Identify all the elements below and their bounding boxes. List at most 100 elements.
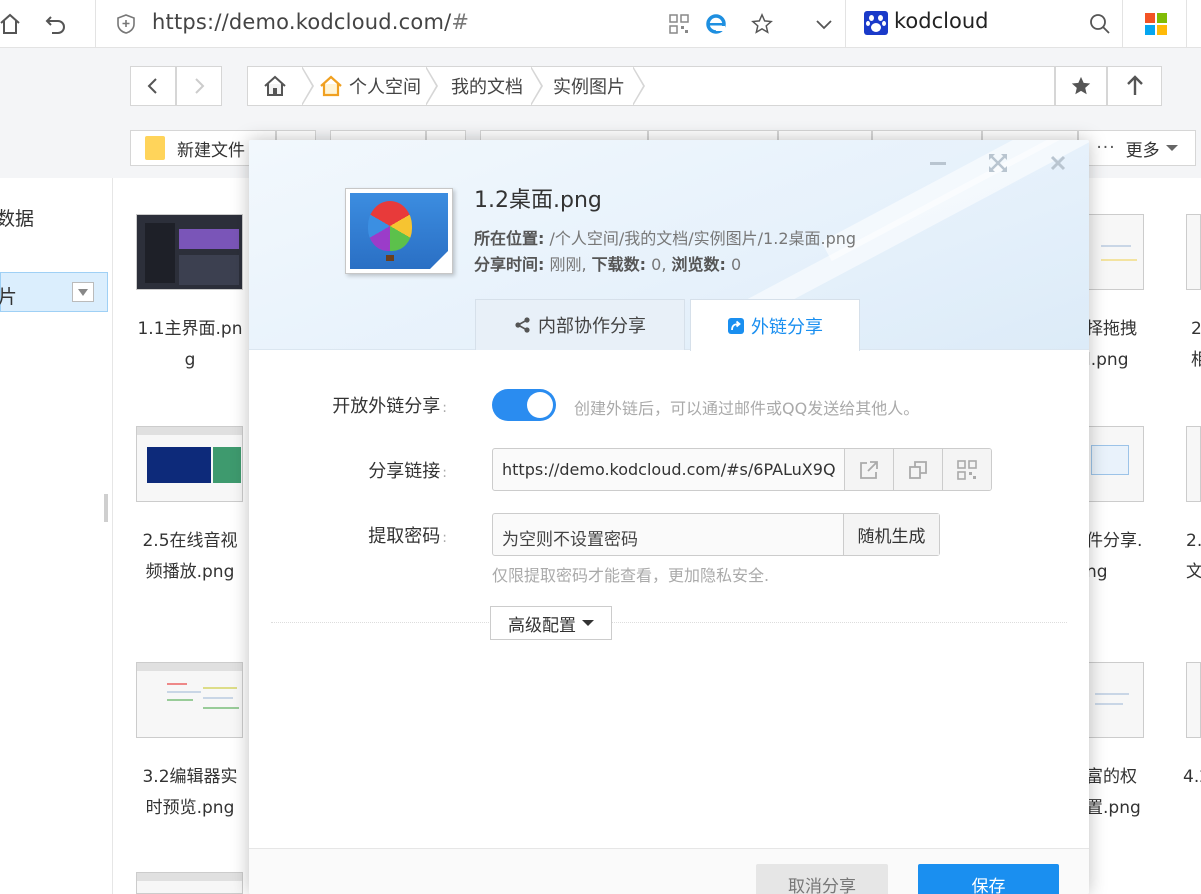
minimize-icon[interactable] bbox=[927, 152, 949, 174]
file-thumbnail[interactable] bbox=[1186, 426, 1201, 502]
label-text: 分享链接 bbox=[368, 461, 441, 482]
share-dialog: 1.2桌面.png 所在位置: /个人空间/我的文档/实例图片/1.2桌面.pn… bbox=[249, 140, 1089, 894]
breadcrumb-label: 我的文档 bbox=[451, 77, 523, 98]
file-name[interactable]: 2.5在线音视 频播放.png bbox=[125, 526, 255, 588]
file-thumbnail[interactable] bbox=[1080, 426, 1144, 502]
file-name[interactable]: 2. 文 bbox=[1186, 526, 1201, 588]
folder-icon bbox=[145, 136, 165, 160]
file-name[interactable]: 1.1主界面.pn g bbox=[125, 314, 255, 376]
dialog-file-name: 1.2桌面.png bbox=[474, 188, 602, 213]
qrcode-button[interactable] bbox=[942, 449, 991, 490]
url-hash: # bbox=[451, 10, 470, 34]
search-icon[interactable] bbox=[1082, 6, 1118, 42]
file-name-line: 3.2编辑器实 bbox=[142, 767, 238, 787]
path-home-icon[interactable] bbox=[262, 66, 288, 106]
address-bar[interactable]: https://demo.kodcloud.com/# bbox=[152, 10, 469, 34]
password-input[interactable]: 为空则不设置密码 bbox=[502, 525, 638, 550]
open-external-icon bbox=[860, 460, 878, 479]
more-button[interactable]: ··· 更多 bbox=[1078, 130, 1196, 166]
file-name[interactable]: 件分享. ng bbox=[1086, 526, 1142, 588]
location-value: /个人空间/我的文档/实例图片/1.2桌面.png bbox=[544, 229, 857, 248]
file-name-line: 文 bbox=[1186, 562, 1201, 582]
file-name-line: 件分享. bbox=[1086, 531, 1143, 551]
file-name[interactable]: 2 相 bbox=[1191, 314, 1201, 376]
breadcrumb-label: 个人空间 bbox=[349, 77, 421, 98]
file-thumbnail[interactable] bbox=[136, 426, 243, 502]
qr-icon[interactable] bbox=[661, 6, 697, 42]
file-name-line: 4.2 bbox=[1183, 767, 1201, 787]
sidebar-dropdown-icon[interactable] bbox=[72, 282, 94, 302]
location-label: 所在位置: bbox=[474, 229, 545, 248]
paw-icon bbox=[864, 11, 888, 35]
share-icon bbox=[515, 317, 530, 333]
file-name-line: 时预览.png bbox=[145, 798, 235, 818]
cancel-share-button[interactable]: 取消分享 bbox=[756, 864, 888, 894]
file-name-line: ng bbox=[1086, 562, 1108, 582]
windows-icon[interactable] bbox=[1138, 6, 1174, 42]
qr-icon bbox=[957, 459, 977, 480]
chevron-down-icon[interactable] bbox=[806, 6, 842, 42]
url-main: https://demo.kodcloud.com/ bbox=[152, 10, 452, 34]
file-thumbnail[interactable] bbox=[136, 872, 243, 894]
search-engine-label[interactable]: kodcloud bbox=[894, 9, 988, 33]
sidebar-item-data[interactable]: 数据 bbox=[0, 204, 34, 231]
label-text: 开放外链分享 bbox=[332, 396, 441, 417]
close-icon[interactable] bbox=[1047, 152, 1069, 174]
file-name-line: 2. bbox=[1186, 531, 1201, 551]
random-password-button[interactable]: 随机生成 bbox=[843, 514, 939, 555]
enable-share-hint: 创建外链后，可以通过邮件或QQ发送给其他人。 bbox=[574, 399, 920, 418]
file-name-line: 富的权 bbox=[1086, 767, 1137, 787]
file-name[interactable]: 择拖拽 l.png bbox=[1086, 314, 1137, 376]
shield-icon bbox=[108, 6, 144, 42]
share-time-value: 刚刚, bbox=[544, 255, 592, 274]
back-icon[interactable] bbox=[38, 6, 74, 42]
file-thumbnail[interactable] bbox=[136, 214, 243, 290]
save-button[interactable]: 保存 bbox=[918, 864, 1059, 894]
file-location: 所在位置: /个人空间/我的文档/实例图片/1.2桌面.png bbox=[474, 225, 856, 249]
file-name-line: 频播放.png bbox=[145, 562, 235, 582]
up-directory-button[interactable] bbox=[1107, 66, 1162, 106]
ie-icon[interactable] bbox=[698, 6, 734, 42]
label-text: 提取密码 bbox=[368, 526, 441, 547]
share-link-field[interactable]: https://demo.kodcloud.com/#s/6PALuX9Q bbox=[492, 448, 992, 491]
file-name[interactable]: 3.2编辑器实 时预览.png bbox=[125, 762, 255, 824]
favorite-button[interactable] bbox=[1055, 66, 1107, 106]
breadcrumb-pictures[interactable]: 实例图片 bbox=[553, 66, 625, 106]
file-name[interactable]: 富的权 置.png bbox=[1086, 762, 1141, 824]
maximize-icon[interactable] bbox=[987, 152, 1009, 174]
copy-link-button[interactable] bbox=[893, 449, 942, 490]
file-thumbnail[interactable] bbox=[1186, 662, 1201, 738]
advanced-label: 高级配置 bbox=[508, 615, 576, 636]
file-name-line: l.png bbox=[1086, 350, 1129, 370]
downloads-label: 下载数: bbox=[591, 255, 647, 274]
file-thumbnail[interactable] bbox=[136, 662, 243, 738]
views-value: 0 bbox=[725, 255, 742, 274]
external-link-icon bbox=[728, 317, 744, 334]
back-nav-button[interactable] bbox=[130, 66, 176, 106]
file-thumbnail[interactable] bbox=[1080, 662, 1144, 738]
file-preview-image bbox=[345, 188, 453, 274]
tab-label: 外链分享 bbox=[751, 316, 823, 338]
forward-nav-button[interactable] bbox=[176, 66, 222, 106]
advanced-config-button[interactable]: 高级配置 bbox=[490, 606, 612, 640]
breadcrumb-personal[interactable]: 个人空间 bbox=[318, 66, 421, 106]
tab-internal-share[interactable]: 内部协作分享 bbox=[475, 299, 685, 350]
new-folder-label: 新建文件 bbox=[177, 140, 245, 161]
star-icon[interactable] bbox=[744, 6, 780, 42]
splitter-handle[interactable] bbox=[104, 494, 108, 522]
open-link-button[interactable] bbox=[844, 449, 893, 490]
file-name-line: g bbox=[184, 350, 196, 370]
share-link-input[interactable]: https://demo.kodcloud.com/#s/6PALuX9Q bbox=[502, 460, 842, 479]
enable-share-toggle[interactable] bbox=[492, 389, 556, 421]
file-name-line: 置.png bbox=[1086, 798, 1141, 818]
password-field[interactable]: 为空则不设置密码 随机生成 bbox=[492, 513, 940, 556]
breadcrumb-documents[interactable]: 我的文档 bbox=[451, 66, 523, 106]
file-thumbnail[interactable] bbox=[1186, 214, 1201, 290]
more-label: 更多 bbox=[1125, 140, 1160, 161]
file-thumbnail[interactable] bbox=[1080, 214, 1144, 290]
tab-external-share[interactable]: 外链分享 bbox=[690, 299, 860, 351]
file-name[interactable]: 4.2 bbox=[1183, 762, 1201, 793]
enable-share-label: 开放外链分享: bbox=[332, 396, 447, 417]
caret-down-icon bbox=[582, 620, 594, 626]
home-icon[interactable] bbox=[0, 6, 28, 42]
